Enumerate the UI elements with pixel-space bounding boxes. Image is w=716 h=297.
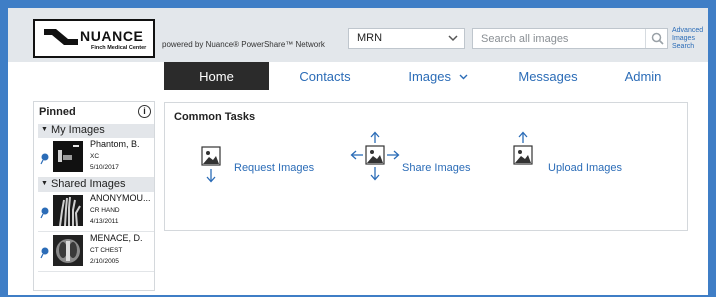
main-nav: Home Contacts Images Messages Admin bbox=[8, 62, 708, 91]
image-thumbnail[interactable] bbox=[53, 195, 83, 226]
upload-images-task[interactable]: Upload Images bbox=[512, 131, 642, 181]
group-shared-images[interactable]: ▼ Shared Images bbox=[38, 178, 154, 192]
list-item[interactable]: ANONYMOU... CR HAND 4/13/2011 bbox=[38, 193, 154, 229]
advanced-search-link[interactable]: Advanced Images Search bbox=[672, 27, 706, 51]
chevron-down-icon bbox=[459, 73, 468, 84]
nav-home-label: Home bbox=[199, 69, 234, 84]
study-date: 5/10/2017 bbox=[90, 164, 119, 171]
search-input[interactable] bbox=[473, 29, 641, 49]
logo-tagline: Finch Medical Center bbox=[91, 45, 147, 51]
pushpin-icon[interactable] bbox=[40, 207, 50, 219]
app-window: NUANCE Finch Medical Center powered by N… bbox=[8, 8, 708, 295]
nuance-logo[interactable]: NUANCE Finch Medical Center bbox=[33, 19, 155, 58]
upload-images-label[interactable]: Upload Images bbox=[548, 162, 622, 174]
nav-messages-label: Messages bbox=[518, 69, 578, 84]
nav-messages[interactable]: Messages bbox=[498, 62, 598, 90]
search-type-select[interactable]: MRN bbox=[348, 28, 465, 49]
powered-by-text: powered by Nuance® PowerShare™ Network bbox=[162, 40, 325, 49]
header-bar: NUANCE Finch Medical Center powered by N… bbox=[8, 8, 708, 62]
list-item[interactable]: MENACE, D. CT CHEST 2/10/2005 bbox=[38, 233, 154, 269]
study-date: 4/13/2011 bbox=[90, 218, 119, 225]
share-images-task[interactable]: Share Images bbox=[350, 131, 490, 181]
chevron-down-icon bbox=[448, 31, 458, 48]
common-tasks-title: Common Tasks bbox=[174, 111, 256, 123]
image-thumbnail[interactable] bbox=[53, 141, 83, 172]
group-shared-images-label: Shared Images bbox=[50, 178, 126, 190]
divider bbox=[38, 271, 154, 272]
patient-name: MENACE, D. bbox=[90, 233, 143, 243]
request-images-icon[interactable] bbox=[200, 146, 222, 186]
pinned-panel: Pinned i ▼ My Images Phantom, B. XC 5/10… bbox=[33, 101, 155, 291]
content-area: Pinned i ▼ My Images Phantom, B. XC 5/10… bbox=[8, 91, 708, 295]
search-type-value: MRN bbox=[357, 32, 383, 44]
search-button[interactable] bbox=[645, 29, 667, 48]
nav-images-label: Images bbox=[408, 69, 451, 84]
collapse-triangle-icon: ▼ bbox=[41, 180, 48, 187]
list-item[interactable]: Phantom, B. XC 5/10/2017 bbox=[38, 139, 154, 175]
study-modality: CT CHEST bbox=[90, 247, 123, 254]
search-box bbox=[472, 28, 668, 49]
pinned-title: Pinned bbox=[39, 106, 76, 118]
logo-brand: NUANCE bbox=[80, 28, 144, 44]
info-icon[interactable]: i bbox=[138, 105, 151, 118]
nuance-logo-icon bbox=[44, 29, 78, 45]
patient-name: ANONYMOU... bbox=[90, 193, 151, 203]
common-tasks-panel: Common Tasks Request Images Share Images… bbox=[164, 102, 688, 231]
nav-contacts-label: Contacts bbox=[299, 69, 351, 84]
pushpin-icon[interactable] bbox=[40, 247, 50, 259]
collapse-triangle-icon: ▼ bbox=[41, 126, 48, 133]
study-modality: CR HAND bbox=[90, 207, 120, 214]
nav-images[interactable]: Images bbox=[388, 62, 488, 90]
pushpin-icon[interactable] bbox=[40, 153, 50, 165]
upload-images-icon[interactable] bbox=[512, 131, 534, 171]
request-images-label[interactable]: Request Images bbox=[234, 162, 314, 174]
nav-home[interactable]: Home bbox=[164, 62, 269, 90]
group-my-images-label: My Images bbox=[50, 124, 105, 136]
share-images-label[interactable]: Share Images bbox=[402, 162, 470, 174]
nav-contacts[interactable]: Contacts bbox=[280, 62, 370, 90]
nav-admin-label: Admin bbox=[624, 69, 662, 84]
request-images-task[interactable]: Request Images bbox=[200, 142, 330, 192]
study-date: 2/10/2005 bbox=[90, 258, 119, 265]
divider bbox=[38, 231, 154, 232]
share-images-icon[interactable] bbox=[350, 131, 400, 189]
group-my-images[interactable]: ▼ My Images bbox=[38, 124, 154, 138]
patient-name: Phantom, B. bbox=[90, 139, 140, 149]
search-icon bbox=[651, 32, 664, 45]
study-modality: XC bbox=[90, 153, 100, 160]
image-thumbnail[interactable] bbox=[53, 235, 83, 266]
nav-admin[interactable]: Admin bbox=[608, 62, 678, 90]
